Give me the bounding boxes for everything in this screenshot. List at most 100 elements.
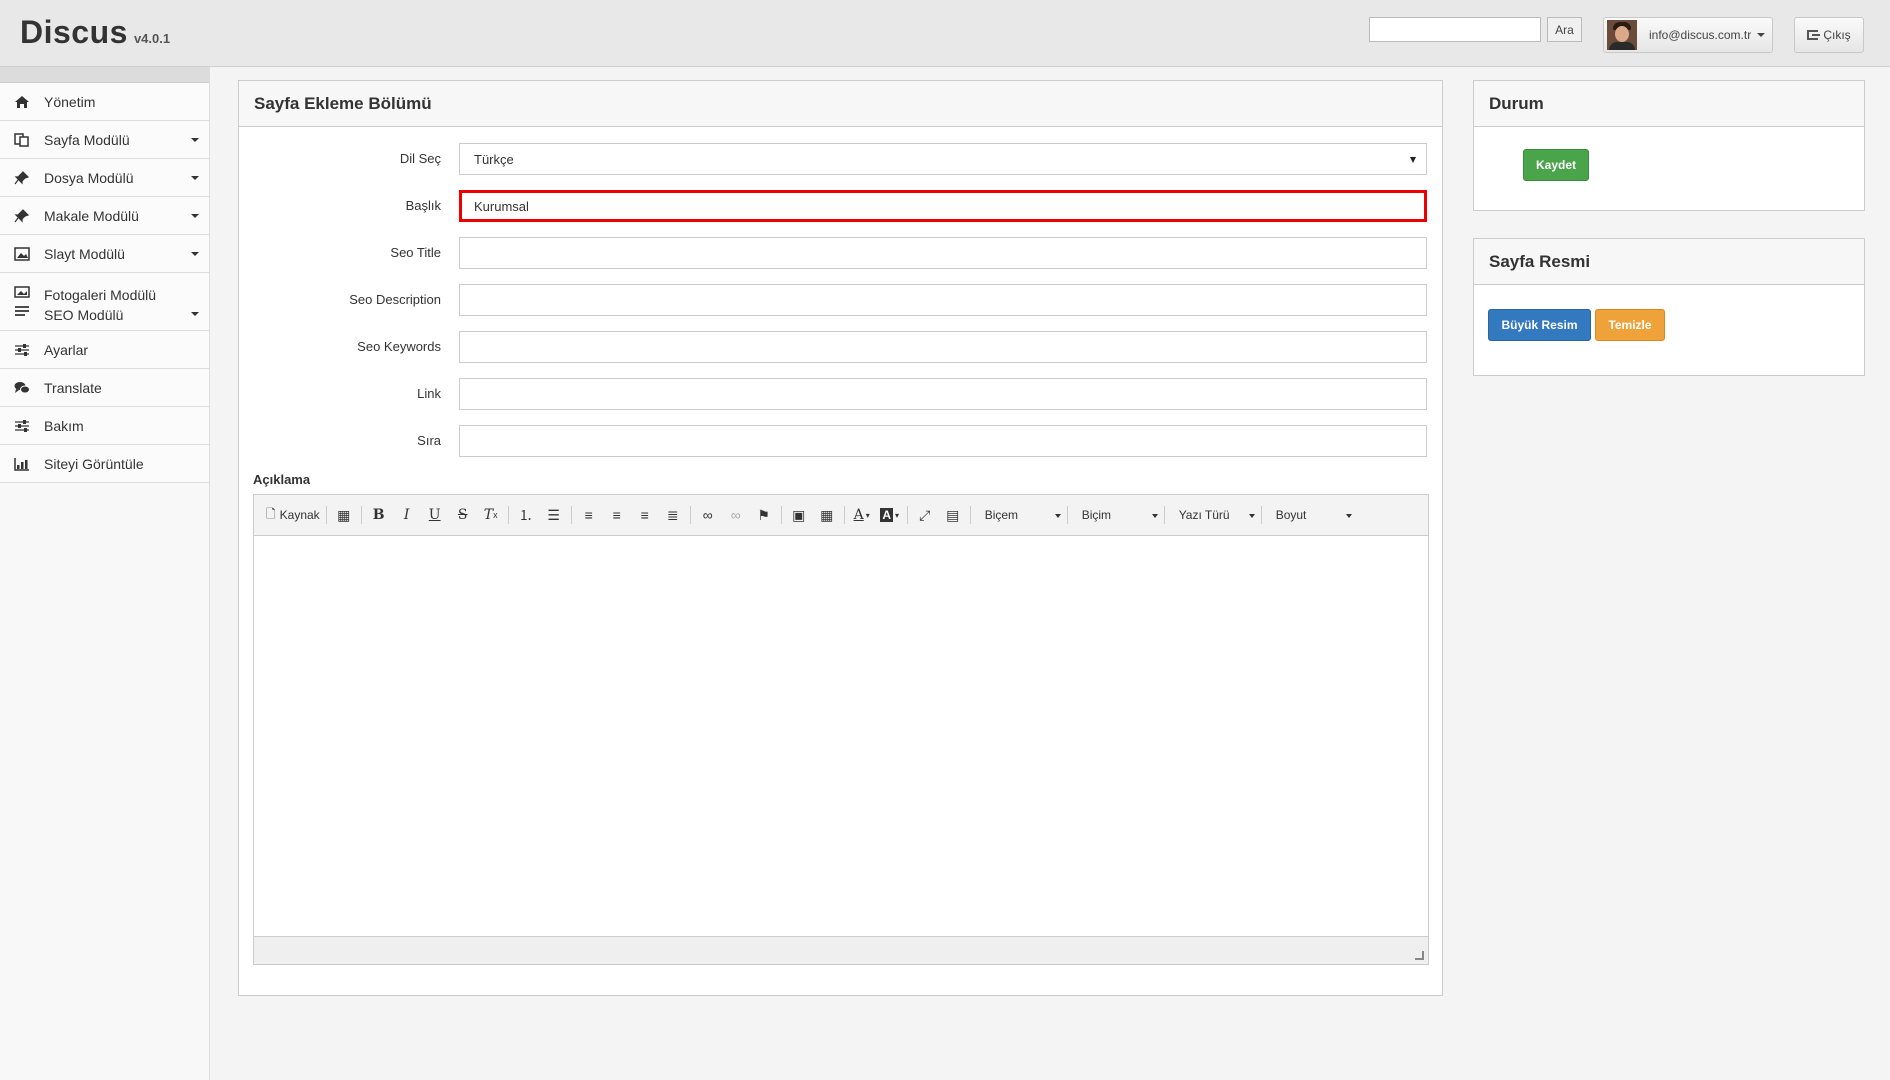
sidebar-item-ayarlar[interactable]: Ayarlar bbox=[0, 331, 209, 369]
pin-icon bbox=[14, 170, 30, 185]
form-row-seo-keywords: Seo Keywords bbox=[239, 331, 1444, 363]
align-right-icon[interactable]: ≡ bbox=[634, 504, 656, 526]
format-combo[interactable]: Biçim bbox=[1074, 504, 1164, 526]
font-combo-label: Yazı Türü bbox=[1178, 508, 1230, 522]
language-select-value: Türkçe bbox=[474, 151, 514, 167]
format-combo-label: Biçim bbox=[1081, 508, 1112, 522]
document-icon: 🗋 bbox=[266, 506, 276, 521]
form-row-link: Link bbox=[239, 378, 1444, 410]
seo-title-input[interactable] bbox=[459, 237, 1427, 269]
chevron-down-icon bbox=[191, 137, 199, 142]
search-button[interactable]: Ara bbox=[1547, 17, 1582, 42]
maximize-icon[interactable]: ⤢ bbox=[914, 504, 936, 526]
sidebar-item-translate[interactable]: Translate bbox=[0, 369, 209, 407]
source-button[interactable]: 🗋 Kaynak bbox=[266, 504, 320, 526]
chevron-down-icon bbox=[1054, 514, 1061, 518]
table-icon[interactable]: ▦ bbox=[816, 504, 838, 526]
logout-label: Çıkış bbox=[1823, 28, 1851, 42]
seo-keywords-input[interactable] bbox=[459, 331, 1427, 363]
form-row-seo-description: Seo Description bbox=[239, 284, 1444, 316]
panel-title: Sayfa Ekleme Bölümü bbox=[239, 81, 1442, 127]
field-label: Başlık bbox=[405, 198, 441, 213]
list-icon bbox=[15, 306, 29, 316]
field-label: Seo Keywords bbox=[357, 339, 441, 354]
italic-icon[interactable]: I bbox=[396, 504, 418, 526]
save-button[interactable]: Kaydet bbox=[1523, 149, 1589, 181]
show-blocks-icon[interactable]: ▤ bbox=[942, 504, 964, 526]
underline-icon[interactable]: U bbox=[424, 504, 446, 526]
chevron-down-icon bbox=[1757, 33, 1766, 37]
style-combo-label: Biçem bbox=[984, 508, 1019, 522]
sidebar-item-label: Makale Modülü bbox=[44, 207, 139, 224]
link-icon[interactable]: ∞ bbox=[697, 504, 719, 526]
align-center-icon[interactable]: ≡ bbox=[606, 504, 628, 526]
editor-content-area[interactable] bbox=[254, 536, 1428, 937]
pin-icon bbox=[14, 208, 30, 223]
font-combo[interactable]: Yazı Türü bbox=[1171, 504, 1261, 526]
field-label: Dil Seç bbox=[399, 151, 441, 166]
clear-button[interactable]: Temizle bbox=[1595, 309, 1665, 341]
chevron-down-icon bbox=[191, 312, 199, 316]
big-image-button[interactable]: Büyük Resim bbox=[1488, 309, 1591, 341]
gallery-icon bbox=[14, 285, 30, 319]
chevron-down-icon bbox=[191, 251, 199, 256]
chevron-down-icon bbox=[191, 175, 199, 180]
order-input[interactable] bbox=[459, 425, 1427, 457]
title-input[interactable]: Kurumsal bbox=[459, 190, 1427, 222]
size-combo[interactable]: Boyut bbox=[1268, 504, 1358, 526]
style-combo[interactable]: Biçem bbox=[977, 504, 1067, 526]
pages-icon bbox=[14, 132, 30, 147]
bulleted-list-icon[interactable]: ☰ bbox=[543, 504, 565, 526]
link-input[interactable] bbox=[459, 378, 1427, 410]
align-left-icon[interactable]: ≡ bbox=[578, 504, 600, 526]
anchor-flag-icon[interactable]: ⚑ bbox=[753, 504, 775, 526]
logout-button[interactable]: Çıkış bbox=[1794, 17, 1864, 53]
status-panel-title: Durum bbox=[1474, 81, 1864, 127]
resize-handle-icon[interactable] bbox=[1415, 951, 1424, 960]
search-input[interactable] bbox=[1369, 17, 1541, 42]
form-row-order: Sıra bbox=[239, 425, 1444, 457]
bold-icon[interactable]: B bbox=[368, 504, 390, 526]
title-input-value: Kurumsal bbox=[474, 198, 529, 214]
source-button-label: Kaynak bbox=[279, 508, 320, 522]
sidebar-item-dosya[interactable]: Dosya Modülü bbox=[0, 159, 209, 197]
seo-description-input[interactable] bbox=[459, 284, 1427, 316]
sidebar-item-label: Ayarlar bbox=[44, 341, 89, 358]
language-select[interactable]: Türkçe bbox=[459, 143, 1427, 175]
sidebar-item-siteyi-goruntule[interactable]: Siteyi Görüntüle bbox=[0, 445, 209, 483]
background-color-icon[interactable]: A ▾ bbox=[879, 504, 901, 526]
slide-icon bbox=[14, 246, 30, 261]
sidebar-item-bakim[interactable]: Bakım bbox=[0, 407, 209, 445]
sidebar-item-fotogaleri-seo[interactable]: Fotogaleri Modülü SEO Modülü bbox=[0, 273, 209, 331]
chevron-down-icon bbox=[191, 213, 199, 218]
templates-icon[interactable]: ▦ bbox=[333, 504, 355, 526]
sidebar-item-label: Slayt Modülü bbox=[44, 245, 125, 262]
strikethrough-icon[interactable]: S bbox=[452, 504, 474, 526]
image-icon[interactable]: ▣ bbox=[788, 504, 810, 526]
text-color-icon[interactable]: A ▾ bbox=[851, 504, 873, 526]
align-justify-icon[interactable]: ≣ bbox=[662, 504, 684, 526]
home-icon bbox=[14, 95, 30, 109]
sidebar-item-sayfa[interactable]: Sayfa Modülü bbox=[0, 121, 209, 159]
sidebar-item-slayt[interactable]: Slayt Modülü bbox=[0, 235, 209, 273]
sidebar-item-yonetim[interactable]: Yönetim bbox=[0, 83, 209, 121]
page-image-panel: Sayfa Resmi Büyük Resim Temizle bbox=[1473, 238, 1865, 376]
chart-icon bbox=[14, 457, 30, 471]
sidebar-strip bbox=[0, 67, 209, 83]
field-label: Sıra bbox=[417, 433, 441, 448]
sidebar-item-label: Yönetim bbox=[44, 93, 96, 110]
editor-footer bbox=[254, 937, 1428, 964]
sidebar: Yönetim Sayfa Modülü Dosya Modülü Makale… bbox=[0, 67, 210, 1080]
numbered-list-icon[interactable]: ⒈ bbox=[515, 504, 537, 526]
remove-format-icon[interactable]: Tx bbox=[480, 504, 502, 526]
logout-icon bbox=[1807, 30, 1821, 40]
form-row-seo-title: Seo Title bbox=[239, 237, 1444, 269]
user-email: info@discus.com.tr bbox=[1649, 28, 1752, 42]
user-menu[interactable]: info@discus.com.tr bbox=[1603, 17, 1773, 53]
sidebar-item-makale[interactable]: Makale Modülü bbox=[0, 197, 209, 235]
sidebar-item-label: Bakım bbox=[44, 417, 84, 434]
brand[interactable]: Discus v4.0.1 bbox=[20, 14, 170, 51]
page-form-panel: Sayfa Ekleme Bölümü Dil Seç Türkçe Başlı… bbox=[238, 80, 1443, 996]
sidebar-item-label: Translate bbox=[44, 379, 102, 396]
unlink-icon[interactable]: ∞ bbox=[725, 504, 747, 526]
